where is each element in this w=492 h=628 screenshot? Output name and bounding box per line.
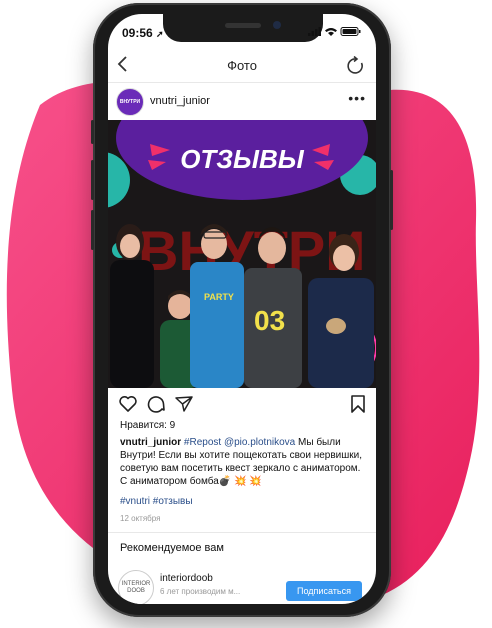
comment-icon[interactable] [146,394,166,414]
caption-mention[interactable]: @pio.plotnikova [224,437,295,448]
battery-icon [340,27,361,36]
caption-username[interactable]: vnutri_junior [120,437,181,448]
status-icons [308,26,362,40]
location-arrow-icon: ➚ [156,29,164,39]
post-actions [108,392,376,418]
status-time: 09:56 ➚ [122,26,164,40]
recommended-subtitle: 6 лет производим м... [160,587,241,596]
nav-title: Фото [227,58,257,73]
divider [108,532,376,533]
mute-switch [91,120,94,144]
refresh-icon[interactable] [346,55,366,76]
post-caption: vnutri_junior #Repost @pio.plotnikova Мы… [120,436,366,488]
post-hashtags[interactable]: #vnutri #отзывы [120,496,193,507]
recommended-avatar[interactable]: INTERIOR DOOB [118,570,154,604]
recommended-username[interactable]: interiordoob [160,573,213,584]
volume-up-button [91,160,94,200]
avatar-text: ВНУТРИ [119,99,141,105]
post-username[interactable]: vnutri_junior [150,95,210,107]
follow-button[interactable]: Подписаться [286,581,362,601]
heart-icon[interactable] [118,394,138,414]
recommended-avatar-text: INTERIOR DOOB [121,581,151,594]
more-options-icon[interactable]: ••• [348,90,366,106]
nav-bar: Фото [108,52,376,83]
signal-icon [308,27,321,36]
recommended-user-row: INTERIOR DOOB interiordoob 6 лет произво… [108,570,376,604]
post-header: ВНУТРИ vnutri_junior ••• [108,86,376,118]
post-photo[interactable]: ВНУТРИ ОТЗЫВЫ PARTY 03 [108,120,376,388]
likes-count[interactable]: Нравится: 9 [120,420,175,431]
power-button [390,170,393,230]
shirt-number: 03 [254,305,285,336]
bookmark-icon[interactable] [348,394,368,414]
banner-text: ОТЗЫВЫ [180,144,305,174]
notch [163,14,323,42]
shirt-text: PARTY [204,292,234,302]
share-icon[interactable] [174,394,194,414]
recommended-title: Рекомендуемое вам [120,542,224,554]
caption-hashtag[interactable]: #Repost [184,437,221,448]
photo-illustration: ВНУТРИ ОТЗЫВЫ PARTY 03 [108,120,376,388]
speaker [225,23,261,28]
volume-down-button [91,210,94,250]
phone-screen: 09:56 ➚ Фото ВНУТРИ vnutri_junior ••• ВН… [108,14,376,604]
post-date: 12 октября [120,514,161,523]
wifi-icon [325,28,337,36]
avatar[interactable]: ВНУТРИ [116,88,144,116]
front-camera [273,21,281,29]
